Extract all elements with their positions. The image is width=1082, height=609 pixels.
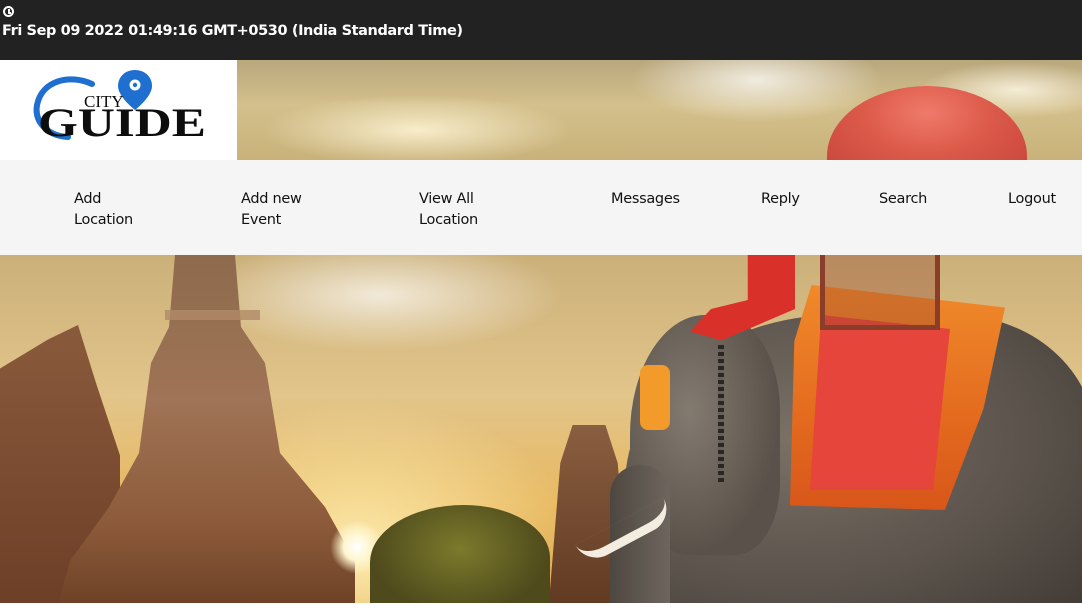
howdah-seat	[820, 255, 940, 330]
nav-reply[interactable]: Reply	[761, 189, 800, 210]
current-datetime: Fri Sep 09 2022 01:49:16 GMT+0530 (India…	[2, 23, 463, 39]
hero-image	[0, 255, 1082, 609]
nav-add-location[interactable]: Add Location	[74, 189, 133, 231]
city-guide-logo: CITY GUIDE	[33, 70, 206, 145]
logo-guide-text: GUIDE	[38, 100, 206, 145]
saddle-cloth-inner	[810, 315, 950, 490]
head-cloth	[640, 365, 670, 430]
nav-messages[interactable]: Messages	[611, 189, 680, 210]
nav-add-new-event[interactable]: Add new Event	[241, 189, 302, 231]
nav-search[interactable]: Search	[879, 189, 927, 210]
header-banner-image	[237, 60, 1082, 160]
stupa-band	[165, 310, 260, 320]
clock-icon	[3, 6, 14, 17]
nav-view-all-location[interactable]: View All Location	[419, 189, 478, 231]
parasol	[827, 86, 1027, 160]
top-bar: Fri Sep 09 2022 01:49:16 GMT+0530 (India…	[0, 0, 1082, 60]
header: CITY GUIDE	[0, 60, 1082, 160]
main-nav: Add Location Add new Event View All Loca…	[0, 160, 1082, 255]
chain	[718, 345, 724, 485]
nav-logout[interactable]: Logout	[1008, 189, 1056, 210]
trees	[370, 505, 550, 609]
site-logo[interactable]: CITY GUIDE	[0, 60, 237, 160]
page-bottom-edge	[0, 603, 1082, 609]
